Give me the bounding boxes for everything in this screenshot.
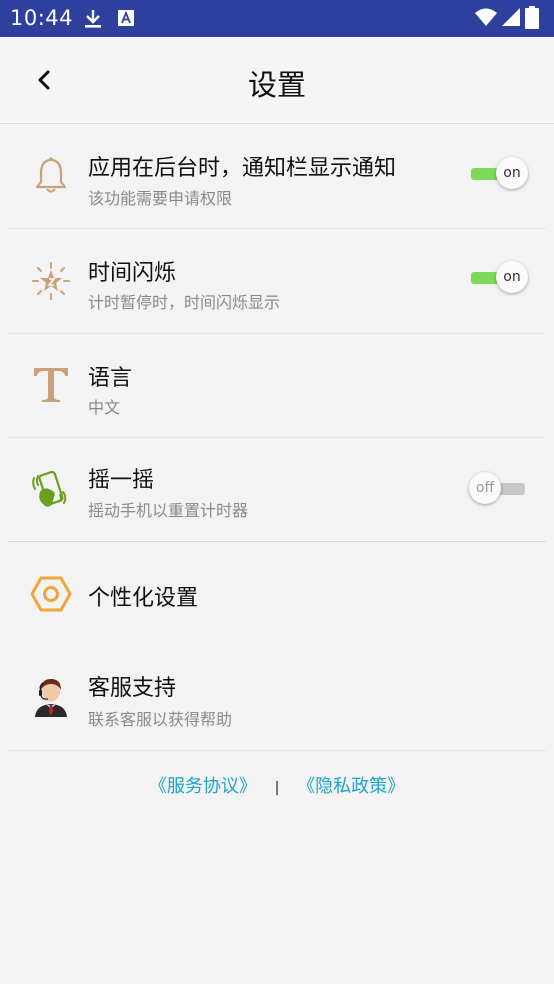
privacy-policy-link[interactable]: 《隐私政策》 bbox=[297, 776, 405, 797]
shake-toggle[interactable]: off bbox=[469, 472, 529, 506]
setting-language[interactable]: 语言 中文 bbox=[0, 334, 554, 438]
toggle-state-label: on bbox=[496, 261, 528, 293]
setting-subtitle: 联系客服以获得帮助 bbox=[88, 710, 233, 729]
page-title: 设置 bbox=[247, 68, 306, 102]
footer-separator: | bbox=[274, 780, 280, 796]
status-time: 10:44 bbox=[10, 6, 74, 30]
status-bar: 10:44 bbox=[0, 0, 554, 37]
setting-subtitle: 该功能需要申请权限 bbox=[88, 189, 233, 208]
toggle-state-label: on bbox=[496, 157, 528, 189]
setting-shake[interactable]: 摇一摇 摇动手机以重置计时器 off bbox=[0, 438, 554, 542]
setting-background-notification[interactable]: 应用在后台时，通知栏显示通知 该功能需要申请权限 on bbox=[0, 124, 554, 228]
signal-icon bbox=[502, 8, 520, 26]
setting-title: 个性化设置 bbox=[88, 586, 199, 611]
setting-customer-support[interactable]: 客服支持 联系客服以获得帮助 bbox=[0, 646, 554, 750]
setting-title: 客服支持 bbox=[88, 676, 177, 701]
notification-toggle[interactable]: on bbox=[469, 157, 529, 191]
blinking-star-icon bbox=[32, 262, 70, 300]
app-header: 设置 bbox=[0, 37, 554, 124]
setting-personalization[interactable]: 个性化设置 bbox=[0, 542, 554, 646]
footer-links: 《服务协议》 | 《隐私政策》 bbox=[0, 772, 554, 798]
setting-subtitle: 计时暂停时，时间闪烁显示 bbox=[88, 293, 281, 312]
wifi-icon bbox=[475, 8, 497, 26]
setting-subtitle: 摇动手机以重置计时器 bbox=[88, 501, 249, 520]
toggle-state-label: off bbox=[469, 472, 501, 504]
bell-icon bbox=[35, 157, 67, 193]
setting-title: 应用在后台时，通知栏显示通知 bbox=[88, 156, 397, 181]
row-divider bbox=[8, 750, 546, 751]
shake-phone-icon bbox=[32, 470, 67, 507]
setting-time-blink[interactable]: 时间闪烁 计时暂停时，时间闪烁显示 on bbox=[0, 229, 554, 333]
battery-icon bbox=[525, 6, 539, 29]
service-agreement-link[interactable]: 《服务协议》 bbox=[149, 776, 257, 797]
download-icon bbox=[85, 10, 101, 28]
customer-service-avatar-icon bbox=[35, 679, 67, 717]
setting-title: 时间闪烁 bbox=[88, 261, 177, 286]
text-t-icon bbox=[34, 368, 68, 402]
hexagon-settings-icon bbox=[30, 576, 72, 612]
font-notification-icon bbox=[118, 10, 134, 26]
setting-title: 语言 bbox=[88, 366, 133, 391]
time-blink-toggle[interactable]: on bbox=[469, 261, 529, 295]
setting-title: 摇一摇 bbox=[88, 468, 155, 493]
setting-subtitle: 中文 bbox=[88, 398, 121, 417]
